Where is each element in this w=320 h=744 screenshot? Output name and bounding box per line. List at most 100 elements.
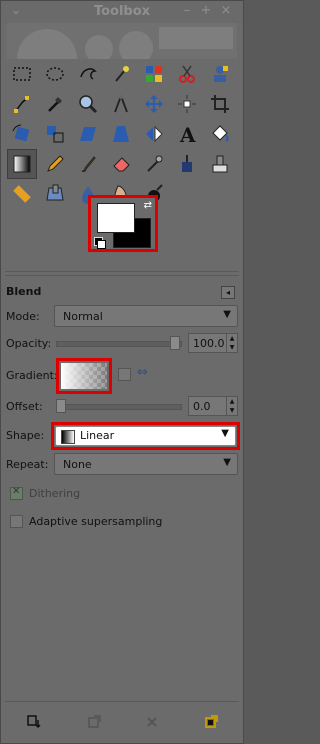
divider [5, 275, 239, 276]
tool-clone-button[interactable] [205, 149, 235, 179]
svg-text:A: A [179, 123, 196, 145]
offset-slider-handle[interactable] [56, 399, 66, 413]
paths-icon [14, 96, 29, 113]
offset-value: 0.0 [193, 400, 211, 413]
shape-value: Linear [80, 429, 115, 442]
blend-icon [13, 155, 31, 173]
tool-zoom-button[interactable] [73, 89, 103, 119]
tool-crop-button[interactable] [205, 89, 235, 119]
tool-by-color-select-button[interactable] [139, 59, 169, 89]
save-options-button[interactable] [25, 713, 43, 731]
tool-flip-button[interactable] [139, 119, 169, 149]
fg-bg-color-area[interactable]: ⇄ [88, 195, 158, 252]
tool-options-menu-icon[interactable]: ◂ [221, 286, 235, 299]
ink-icon [182, 155, 192, 172]
delete-options-button[interactable] [143, 713, 161, 731]
reset-options-icon [205, 715, 218, 728]
swap-colors-icon[interactable]: ⇄ [144, 200, 152, 211]
repeat-value: None [63, 458, 92, 471]
dithering-label: Dithering [29, 487, 81, 500]
maximize-button[interactable]: + [199, 4, 213, 18]
tool-foreground-select-button[interactable] [205, 59, 235, 89]
tool-perspective-clone-button[interactable] [40, 179, 70, 209]
shape-select-highlight: Linear ▼ [51, 422, 240, 450]
reverse-arrows-icon: ⇔ [137, 365, 148, 380]
tool-align-button[interactable] [172, 89, 202, 119]
eraser-icon [113, 157, 130, 172]
shape-label: Shape: [6, 429, 45, 442]
move-icon [145, 95, 163, 113]
tool-bucket-fill-button[interactable] [205, 119, 235, 149]
reverse-gradient-checkbox[interactable] [118, 368, 131, 381]
minimize-button[interactable]: – [180, 4, 194, 18]
rect-select-icon [13, 67, 31, 81]
tool-shear-button[interactable] [73, 119, 103, 149]
restore-options-button[interactable] [85, 713, 103, 731]
reset-options-button[interactable] [202, 713, 220, 731]
mode-select[interactable]: Normal ▼ [54, 305, 238, 327]
scale-icon [47, 126, 64, 143]
spin-down-icon[interactable]: ▼ [227, 406, 237, 415]
measure-icon [114, 95, 128, 113]
delete-options-icon [147, 717, 157, 727]
repeat-select[interactable]: None ▼ [54, 453, 238, 475]
tool-eraser-button[interactable] [106, 149, 136, 179]
gradient-label: Gradient: [6, 369, 58, 382]
offset-spinbox[interactable]: 0.0 ▲ ▼ [188, 396, 238, 416]
tool-paintbrush-button[interactable] [73, 149, 103, 179]
paintbrush-icon [81, 156, 96, 172]
fuzzy-select-icon [115, 66, 129, 82]
tool-paths-button[interactable] [7, 89, 37, 119]
shape-select[interactable]: Linear ▼ [55, 426, 236, 446]
spin-up-icon[interactable]: ▲ [227, 397, 237, 406]
tool-free-select-button[interactable] [73, 59, 103, 89]
repeat-label: Repeat: [6, 458, 49, 471]
tool-airbrush-button[interactable] [139, 149, 169, 179]
linear-gradient-icon [61, 430, 75, 444]
opacity-value: 100.0 [193, 337, 225, 350]
tool-move-button[interactable] [139, 89, 169, 119]
gradient-preview-button[interactable] [56, 358, 112, 394]
by-color-select-icon [146, 66, 162, 82]
tool-rotate-button[interactable] [7, 119, 37, 149]
wilber-banner [7, 23, 237, 59]
default-colors-icon[interactable] [94, 237, 106, 249]
opacity-slider-track[interactable] [56, 341, 182, 347]
offset-slider-track[interactable] [56, 404, 182, 410]
tool-color-picker-button[interactable] [40, 89, 70, 119]
tool-fuzzy-select-button[interactable] [106, 59, 136, 89]
divider [5, 701, 239, 702]
title-bar[interactable]: ⌄ Toolbox – + × [1, 1, 243, 23]
gradient-preview [61, 363, 107, 389]
dithering-checkbox[interactable] [10, 486, 23, 500]
tool-rect-select-button[interactable] [7, 59, 37, 89]
tool-scissors-select-button[interactable] [172, 59, 202, 89]
shear-icon [80, 127, 96, 141]
color-picker-icon [48, 97, 62, 112]
tool-scale-button[interactable] [40, 119, 70, 149]
perspective-clone-icon [46, 184, 64, 201]
tool-ink-button[interactable] [172, 149, 202, 179]
adaptive-supersampling-checkbox[interactable] [10, 515, 23, 528]
tool-blend-button[interactable] [7, 149, 37, 179]
toolbox-window: ⌄ Toolbox – + × A ⇄ Blend ◂ Mode: Normal… [0, 0, 244, 744]
crop-icon [211, 95, 229, 113]
tool-text-button[interactable]: A [172, 119, 202, 149]
tool-heal-button[interactable] [7, 179, 37, 209]
tool-perspective-button[interactable] [106, 119, 136, 149]
tool-measure-button[interactable] [106, 89, 136, 119]
zoom-icon [79, 95, 98, 114]
spin-up-icon[interactable]: ▲ [227, 334, 237, 343]
ellipse-select-icon [46, 67, 64, 81]
tool-pencil-button[interactable] [40, 149, 70, 179]
foreground-color-swatch[interactable] [97, 203, 135, 233]
save-options-icon [27, 715, 41, 729]
spin-down-icon[interactable]: ▼ [227, 343, 237, 352]
tool-ellipse-select-button[interactable] [40, 59, 70, 89]
opacity-spinbox[interactable]: 100.0 ▲ ▼ [188, 333, 238, 353]
close-button[interactable]: × [219, 4, 233, 18]
chevron-down-icon: ▼ [221, 428, 229, 439]
flip-icon [146, 125, 163, 143]
opacity-slider-handle[interactable] [170, 336, 180, 350]
foreground-select-icon [214, 66, 228, 82]
